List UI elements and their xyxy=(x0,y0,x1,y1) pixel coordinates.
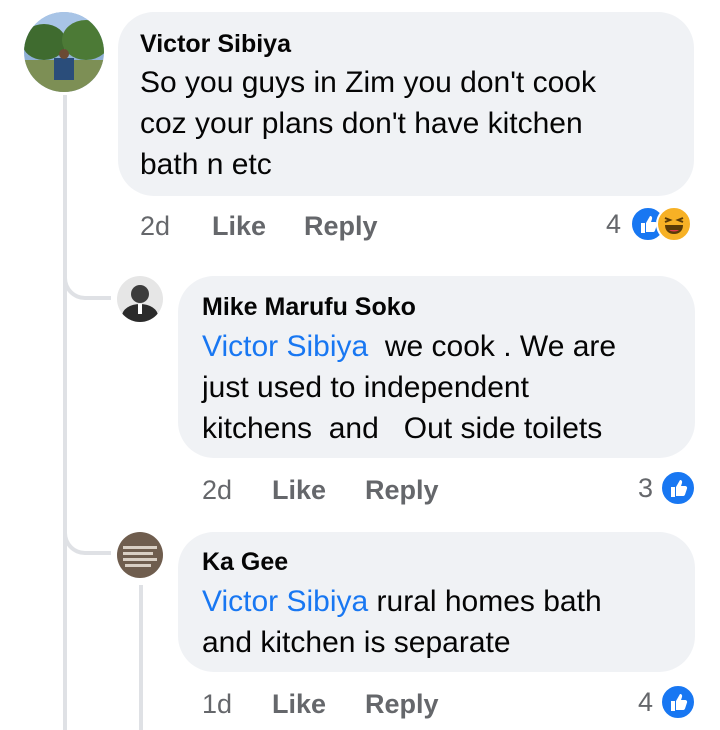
avatar[interactable] xyxy=(117,276,163,322)
reply-connector xyxy=(63,525,111,555)
like-button[interactable]: Like xyxy=(272,475,326,506)
reply-line: Victor Sibiya we cook . We are xyxy=(202,330,617,363)
comment-time[interactable]: 2d xyxy=(140,211,170,242)
reply-time[interactable]: 1d xyxy=(202,689,232,720)
reply-text: Victor Sibiya rural homes bath and kitch… xyxy=(202,581,602,663)
comment-line: bath n etc xyxy=(140,148,272,181)
reply-button[interactable]: Reply xyxy=(365,689,439,720)
reply-line: Victor Sibiya rural homes bath xyxy=(202,585,602,618)
reply-button[interactable]: Reply xyxy=(365,475,439,506)
comment-line: coz your plans don't have kitchen xyxy=(140,107,583,140)
reply-time[interactable]: 2d xyxy=(202,475,232,506)
reply-line: kitchens and Out side toilets xyxy=(202,412,603,445)
reply-line: and kitchen is separate xyxy=(202,626,511,659)
like-button[interactable]: Like xyxy=(212,211,266,242)
mention-link[interactable]: Victor Sibiya xyxy=(202,330,368,363)
comment-line: So you guys in Zim you don't cook xyxy=(140,66,596,99)
reply-author[interactable]: Mike Marufu Soko xyxy=(202,293,416,322)
reaction-count: 3 xyxy=(638,473,654,503)
thread-line xyxy=(63,95,67,730)
like-icon xyxy=(660,470,696,506)
like-icon xyxy=(660,684,696,720)
reply-line: just used to independent xyxy=(202,371,529,404)
haha-icon xyxy=(656,206,692,242)
reaction-count: 4 xyxy=(638,687,654,717)
reply-connector xyxy=(63,270,111,300)
reply-thread-line xyxy=(139,585,143,730)
reply-author[interactable]: Ka Gee xyxy=(202,548,288,577)
reaction-count: 4 xyxy=(606,209,622,239)
reply-button[interactable]: Reply xyxy=(304,211,378,242)
mention-link[interactable]: Victor Sibiya xyxy=(202,585,368,618)
avatar[interactable] xyxy=(24,12,104,92)
avatar[interactable] xyxy=(117,532,163,578)
like-button[interactable]: Like xyxy=(272,689,326,720)
comment-text: So you guys in Zim you don't cook coz yo… xyxy=(140,62,596,185)
comment-author[interactable]: Victor Sibiya xyxy=(140,30,291,59)
reply-text: Victor Sibiya we cook . We are just used… xyxy=(202,326,616,449)
